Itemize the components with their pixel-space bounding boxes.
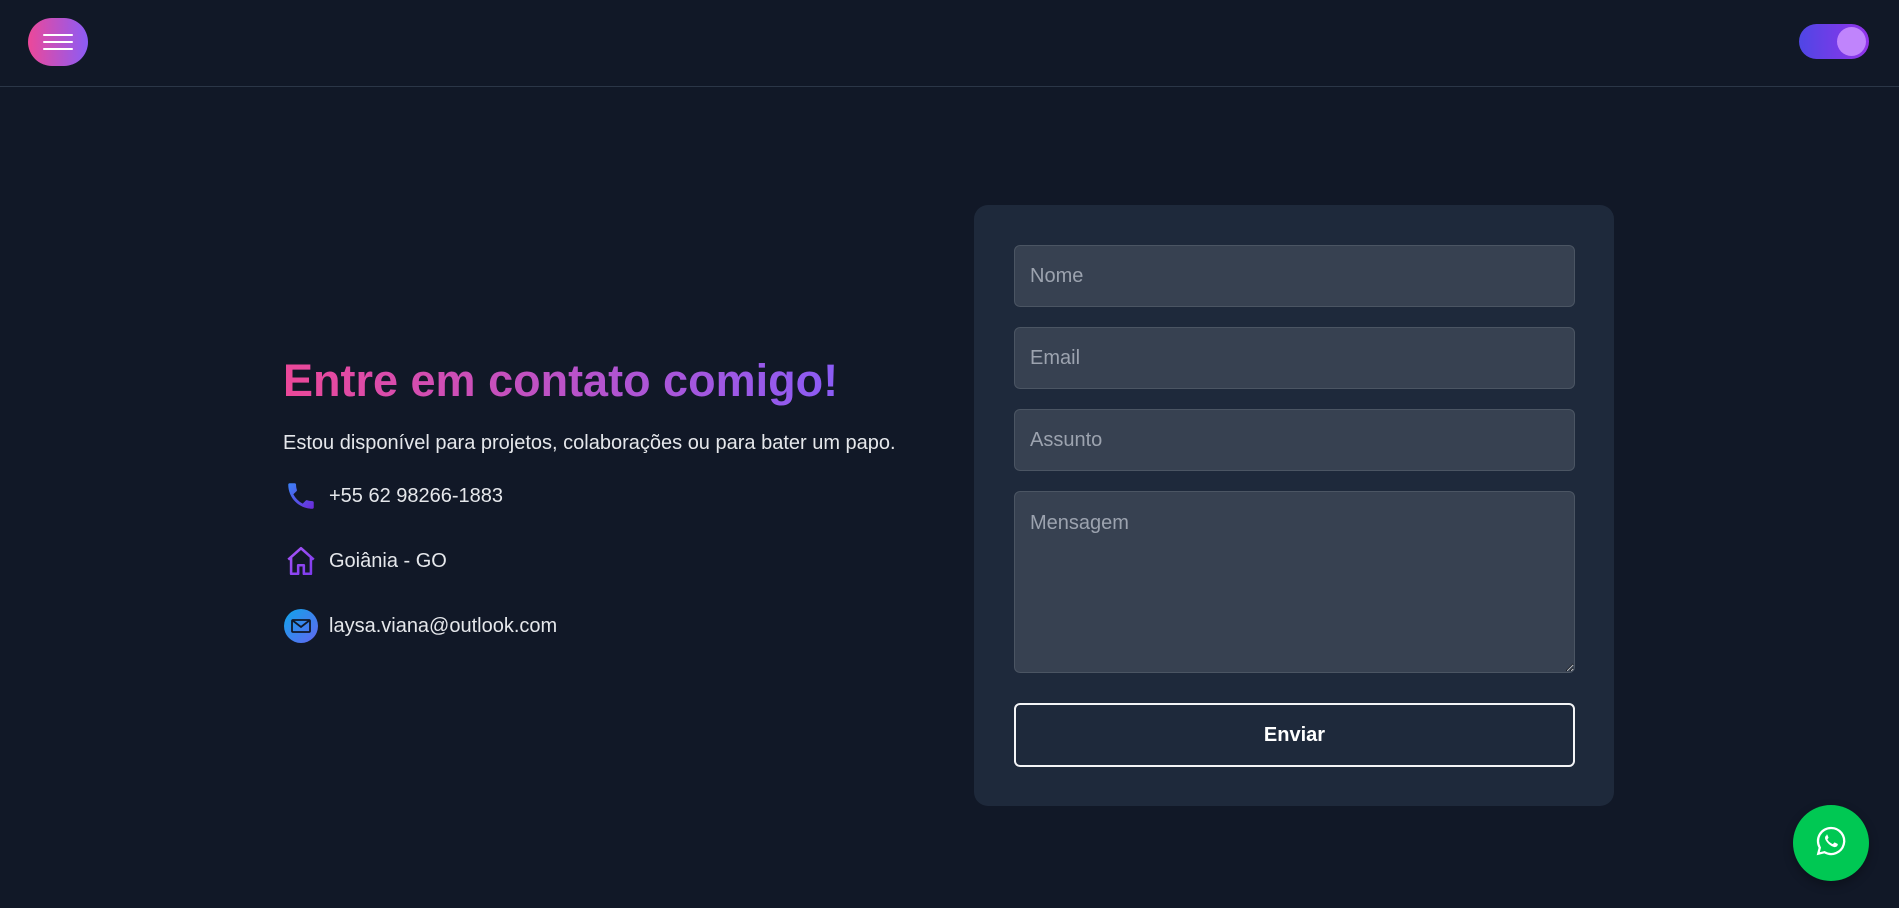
whatsapp-button[interactable] — [1793, 805, 1869, 881]
name-input[interactable] — [1014, 245, 1575, 307]
top-bar — [0, 0, 1899, 87]
subject-input[interactable] — [1014, 409, 1575, 471]
theme-toggle-knob — [1837, 27, 1866, 56]
email-address[interactable]: laysa.viana@outlook.com — [329, 615, 557, 638]
theme-toggle[interactable] — [1799, 24, 1869, 59]
menu-button[interactable] — [28, 18, 88, 66]
location-text: Goiânia - GO — [329, 549, 447, 572]
phone-number: +55 62 98266-1883 — [329, 484, 504, 507]
hamburger-menu-icon — [43, 34, 73, 36]
hamburger-line — [43, 48, 73, 50]
message-textarea[interactable] — [1014, 491, 1575, 673]
whatsapp-icon — [1814, 824, 1848, 863]
contact-form: Enviar — [974, 205, 1614, 806]
page-title: Entre em contato comigo! — [283, 352, 838, 410]
send-button[interactable]: Enviar — [1014, 703, 1575, 767]
hamburger-line — [43, 41, 73, 43]
location-item: Goiânia - GO — [283, 543, 923, 579]
home-icon — [283, 543, 319, 579]
contact-info: Entre em contato comigo! Estou disponíve… — [283, 352, 923, 644]
phone-item: +55 62 98266-1883 — [283, 478, 923, 514]
email-item: laysa.viana@outlook.com — [283, 608, 923, 644]
mail-icon — [283, 608, 319, 644]
contact-subtitle: Estou disponível para projetos, colabora… — [283, 432, 896, 454]
email-input[interactable] — [1014, 327, 1575, 389]
phone-icon — [283, 478, 319, 514]
